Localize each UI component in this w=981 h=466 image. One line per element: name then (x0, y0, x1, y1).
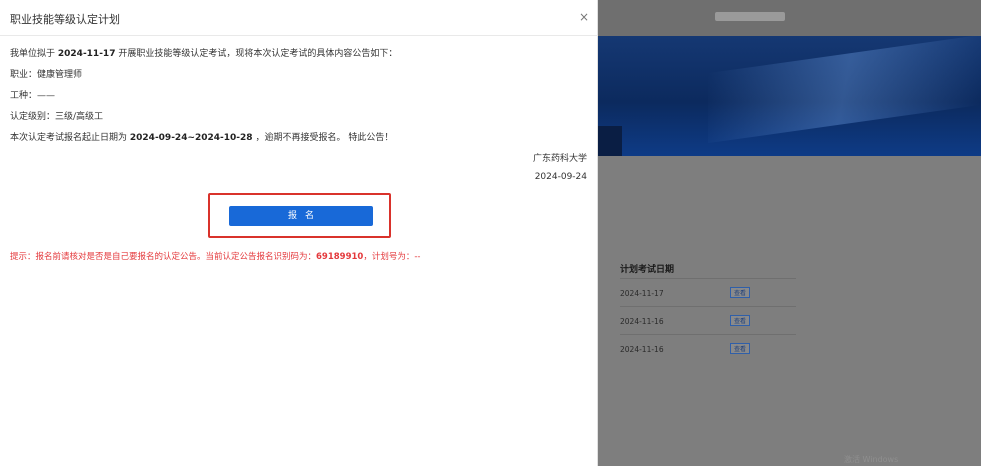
tip-pre: 提示：报名前请核对是否是自己要报名的认定公告。当前认定公告报名识别码为： (10, 252, 317, 262)
intro-pre: 我单位拟于 (10, 49, 56, 59)
card-title: 计划考试日期 (620, 265, 675, 275)
intro-post: 开展职业技能等级认定考试，现将本次认定考试的具体内容公告如下： (118, 49, 398, 59)
row-date: 2024-11-16 (620, 317, 664, 326)
card-divider (620, 278, 796, 279)
plan-modal: 职业技能等级认定计划 × 我单位拟于 2024-11-17 开展职业技能等级认定… (0, 0, 598, 466)
tip-code: 69189910 (316, 252, 364, 262)
tip-text: 提示：报名前请核对是否是自己要报名的认定公告。当前认定公告报名识别码为：6918… (10, 250, 420, 262)
close-icon[interactable]: × (577, 10, 591, 24)
exam-date: 2024-11-17 (57, 49, 116, 59)
modal-title: 职业技能等级认定计划 (10, 13, 120, 26)
background-page-overlay: 计划考试日期 2024-11-17 查看 2024-11-16 查看 2024-… (598, 0, 981, 466)
register-button[interactable]: 报名 (229, 206, 373, 226)
row-divider (620, 334, 796, 335)
period-line: 本次认定考试报名起止日期为 2024-09-24~2024-10-28 ，逾期不… (10, 130, 393, 143)
org-name: 广东药科大学 (532, 154, 587, 164)
banner-light-streak (708, 34, 981, 144)
row-divider (620, 306, 796, 307)
background-banner (598, 34, 981, 156)
view-button[interactable]: 查看 (730, 343, 750, 354)
banner-building-silhouette (598, 126, 622, 156)
view-button[interactable]: 查看 (730, 287, 750, 298)
view-button[interactable]: 查看 (730, 315, 750, 326)
windows-watermark: 激活 Windows (844, 455, 899, 464)
intro-line: 我单位拟于 2024-11-17 开展职业技能等级认定考试，现将本次认定考试的具… (10, 46, 397, 59)
period-post: ，逾期不再接受报名。 特此公告！ (255, 133, 394, 143)
background-header (598, 0, 981, 36)
row-date: 2024-11-16 (620, 345, 664, 354)
publish-date: 2024-09-24 (534, 172, 587, 182)
row-date: 2024-11-17 (620, 289, 664, 298)
period-dates: 2024-09-24~2024-10-28 (129, 133, 253, 143)
work-type-line: 工种：—— (10, 91, 56, 101)
period-pre: 本次认定考试报名起止日期为 (10, 133, 128, 143)
modal-header: 职业技能等级认定计划 × (0, 0, 598, 36)
level-line: 认定级别：三级/高级工 (10, 112, 104, 122)
occupation-line: 职业：健康管理师 (10, 70, 83, 80)
exam-date-card: 计划考试日期 2024-11-17 查看 2024-11-16 查看 2024-… (610, 250, 796, 380)
blurred-header-text (715, 12, 785, 21)
tip-post: ，计划号为：-- (363, 252, 421, 262)
